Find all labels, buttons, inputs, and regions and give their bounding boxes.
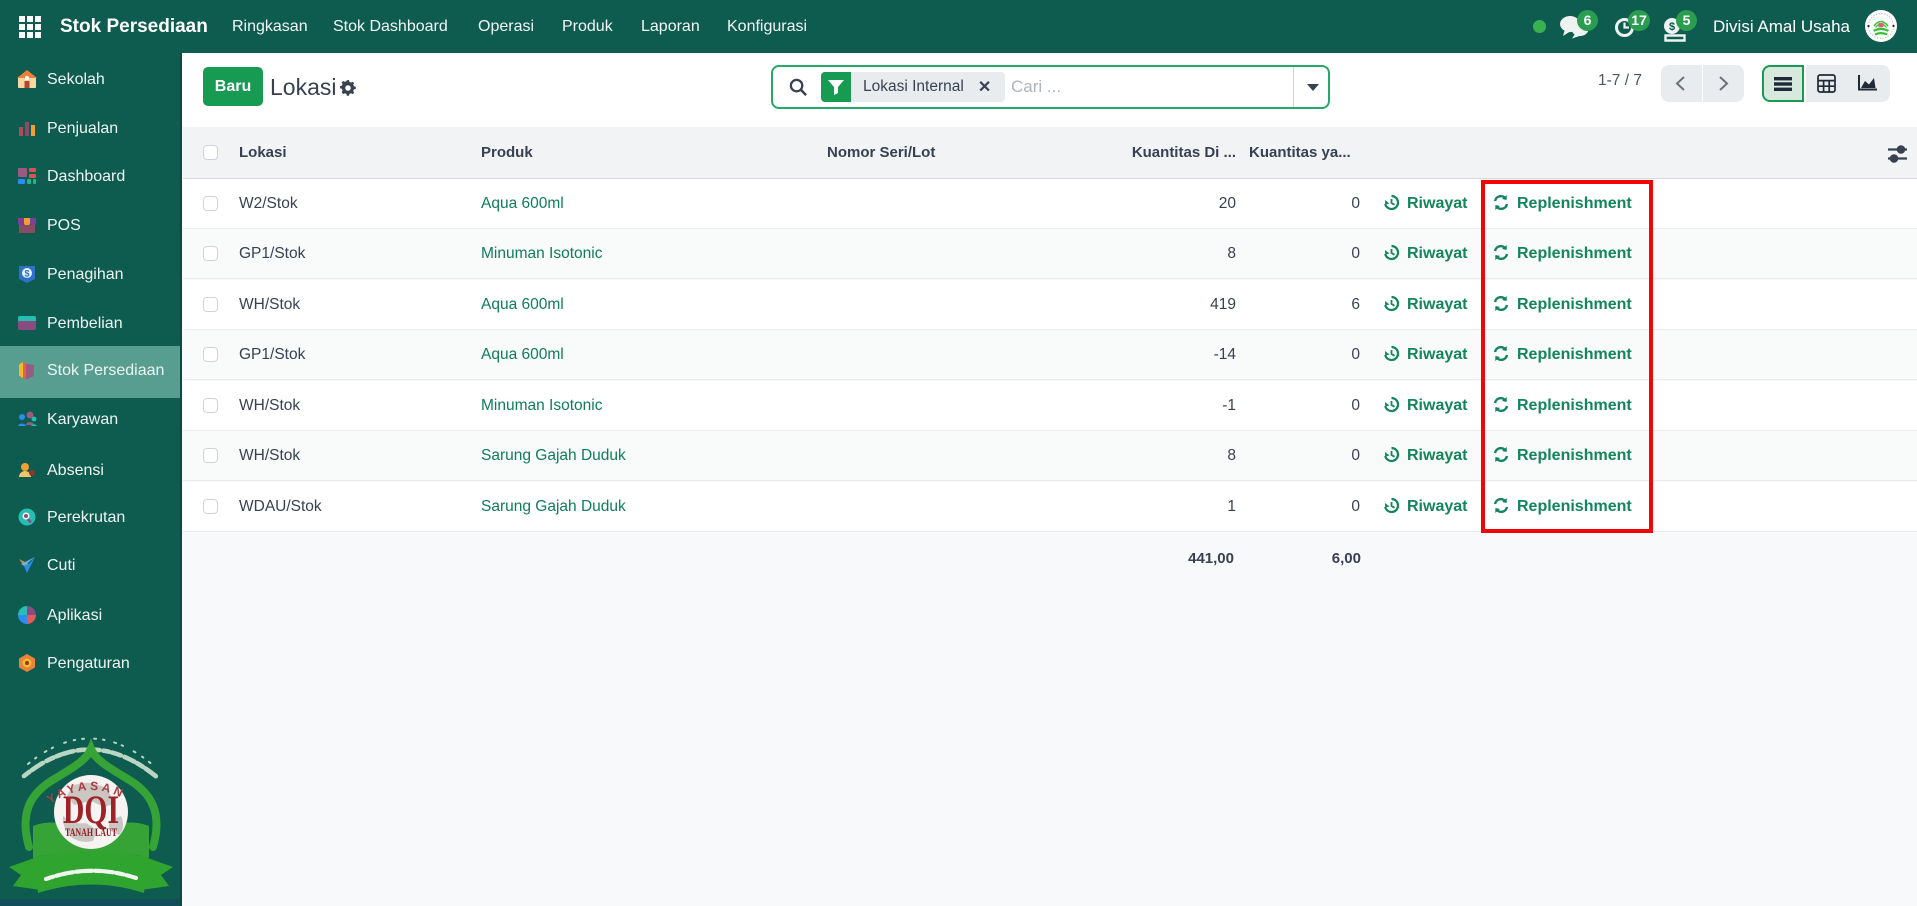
svg-text:$: $ [1669, 21, 1675, 33]
svg-text:DQI: DQI [63, 787, 119, 832]
svg-text:$: $ [24, 269, 29, 279]
svg-text:TANAH LAUT: TANAH LAUT [65, 827, 117, 839]
